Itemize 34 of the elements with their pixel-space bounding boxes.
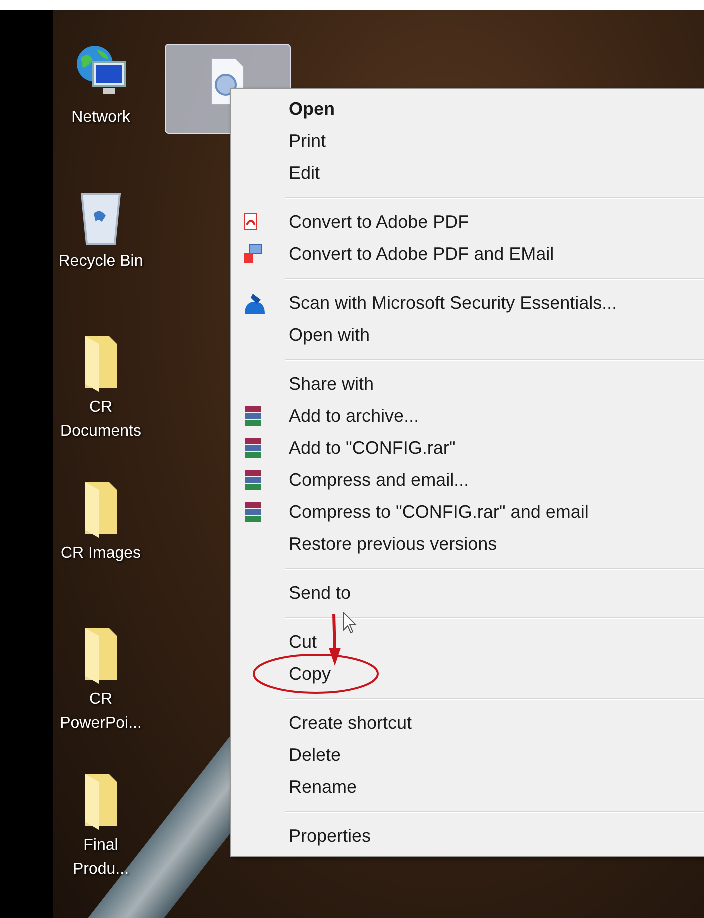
menu-item[interactable]: Send to bbox=[289, 582, 352, 604]
shield-icon bbox=[243, 292, 267, 314]
menu-item[interactable]: Share with bbox=[289, 374, 374, 394]
menu-item[interactable]: Compress to "CONFIG.rar" and email bbox=[289, 502, 589, 522]
menu-item[interactable]: Rename bbox=[289, 776, 358, 798]
menu-item[interactable]: Open with bbox=[289, 324, 370, 346]
desktop-icon-label[interactable]: Final Produ... bbox=[55, 834, 147, 882]
menu-item[interactable]: Scan with Microsoft Security Essentials... bbox=[289, 292, 618, 314]
menu-item[interactable]: Delete bbox=[289, 744, 342, 766]
desktop-icon-label[interactable]: CR Images bbox=[60, 542, 142, 566]
pdf-mail-icon bbox=[243, 244, 263, 264]
pdf-icon bbox=[243, 213, 259, 231]
desktop-icon-label[interactable]: CR PowerPoi... bbox=[55, 688, 147, 736]
menu-item[interactable]: Restore previous versions bbox=[289, 534, 498, 554]
menu-item[interactable]: Print bbox=[289, 130, 326, 152]
desktop-icon-label[interactable]: Recycle Bin bbox=[58, 250, 144, 274]
archive-icon bbox=[243, 437, 263, 459]
menu-item[interactable]: Open bbox=[289, 98, 336, 120]
menu-item[interactable]: Properties bbox=[289, 826, 372, 846]
menu-item[interactable]: Edit bbox=[289, 162, 320, 184]
arrow-annotation bbox=[327, 614, 343, 666]
menu-item[interactable]: Compress and email... bbox=[289, 470, 470, 490]
menu-item[interactable]: Convert to Adobe PDF and EMail bbox=[289, 244, 554, 264]
archive-icon bbox=[243, 501, 263, 523]
menu-item[interactable]: Convert to Adobe PDF bbox=[289, 212, 470, 232]
archive-icon bbox=[243, 469, 263, 491]
menu-item[interactable]: Add to archive... bbox=[289, 406, 420, 426]
menu-item[interactable]: Copy bbox=[289, 664, 332, 684]
desktop-icon-label[interactable]: CR Documents bbox=[55, 396, 147, 444]
menu-item[interactable]: Add to "CONFIG.rar" bbox=[289, 438, 456, 458]
menu-item[interactable]: Cut bbox=[289, 632, 318, 652]
desktop-icon-label[interactable]: Network bbox=[72, 106, 130, 130]
archive-icon bbox=[243, 405, 263, 427]
menu-item[interactable]: Create shortcut bbox=[289, 712, 412, 734]
